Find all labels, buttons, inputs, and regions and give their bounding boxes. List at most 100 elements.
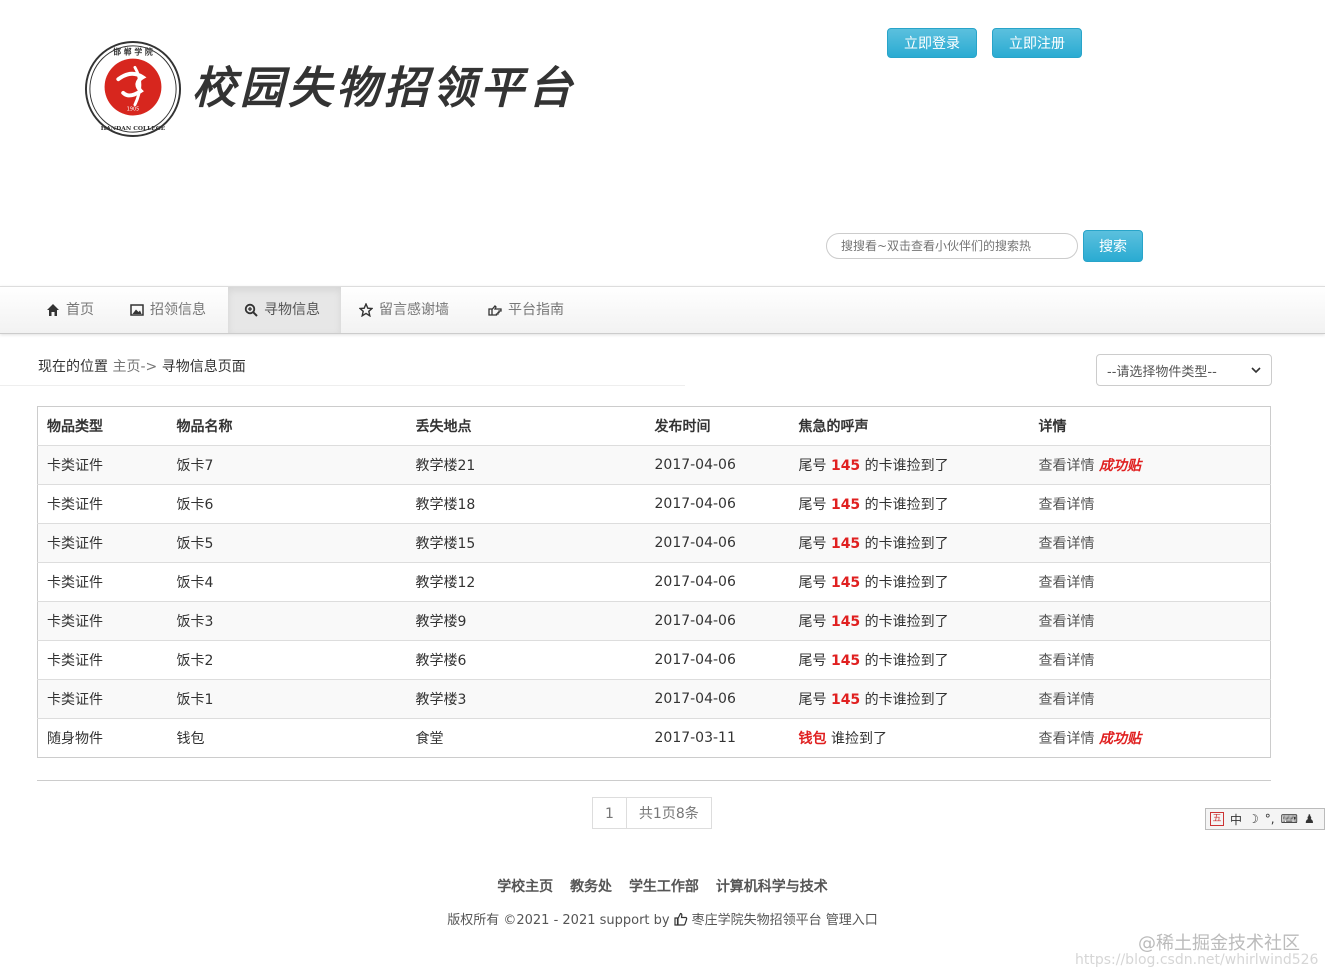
ime-toolbar[interactable]: 五 中 ☽ °, ⌨ ♟	[1205, 808, 1325, 830]
cell-detail: 查看详情	[1029, 523, 1271, 563]
picture-icon	[130, 304, 144, 316]
nav-item-lost-info[interactable]: 寻物信息	[228, 287, 341, 333]
footer-link-school[interactable]: 学校主页	[497, 876, 553, 896]
cell-detail: 查看详情	[1029, 640, 1271, 680]
cell-name: 饭卡3	[167, 601, 407, 641]
item-type-select[interactable]: --请选择物件类型--	[1096, 354, 1272, 386]
success-badge: 成功贴	[1098, 731, 1141, 747]
chevron-down-icon	[1251, 367, 1261, 374]
cell-voice: 尾号 145 的卡谁捡到了	[789, 562, 1030, 602]
svg-text:HANDAN COLLEGE: HANDAN COLLEGE	[101, 125, 166, 132]
table-row: 卡类证件 饭卡5 教学楼15 2017-04-06 尾号 145 的卡谁捡到了 查看详情	[37, 523, 1271, 563]
view-detail-link[interactable]: 查看详情	[1039, 575, 1095, 591]
cell-type: 卡类证件	[37, 562, 168, 602]
breadcrumb: 现在的位置 主页-> 寻物信息页面	[38, 356, 246, 376]
cell-place: 教学楼9	[406, 601, 646, 641]
cell-type: 卡类证件	[37, 679, 168, 719]
cell-date: 2017-04-06	[645, 562, 790, 602]
voice-suffix: 的卡谁捡到了	[860, 653, 949, 669]
cell-date: 2017-04-06	[645, 679, 790, 719]
cell-name: 饭卡4	[167, 562, 407, 602]
view-detail-link[interactable]: 查看详情	[1039, 692, 1095, 708]
cell-voice: 尾号 145 的卡谁捡到了	[789, 679, 1030, 719]
cell-place: 教学楼15	[406, 523, 646, 563]
register-button[interactable]: 立即注册	[992, 28, 1082, 58]
voice-suffix: 的卡谁捡到了	[860, 692, 949, 708]
voice-prefix: 尾号	[798, 653, 831, 669]
copyright-suffix[interactable]: 枣庄学院失物招领平台 管理入口	[692, 909, 878, 928]
col-header-date: 发布时间	[645, 406, 790, 446]
footer-link-academic[interactable]: 教务处	[570, 876, 612, 896]
lost-items-table: 物品类型 物品名称 丢失地点 发布时间 焦急的呼声 详情 卡类证件 饭卡7 教学楼2…	[37, 406, 1271, 758]
cell-name: 饭卡5	[167, 523, 407, 563]
footer-link-student-affairs[interactable]: 学生工作部	[629, 876, 699, 896]
nav-item-home[interactable]: 首页	[30, 287, 110, 333]
page-summary: 共1页8条	[626, 797, 712, 829]
svg-text:1905: 1905	[127, 107, 139, 113]
voice-suffix: 的卡谁捡到了	[860, 497, 949, 513]
breadcrumb-home-link[interactable]: 主页->	[112, 359, 157, 375]
view-detail-link[interactable]: 查看详情	[1039, 497, 1095, 513]
login-button[interactable]: 立即登录	[887, 28, 977, 58]
view-detail-link[interactable]: 查看详情	[1039, 614, 1095, 630]
ime-moon-icon: ☽	[1248, 812, 1259, 826]
voice-highlight: 145	[830, 458, 861, 474]
cell-name: 饭卡1	[167, 679, 407, 719]
voice-suffix: 谁捡到了	[826, 731, 887, 747]
cell-date: 2017-04-06	[645, 640, 790, 680]
ime-punct-icon: °,	[1264, 812, 1275, 826]
cell-place: 教学楼6	[406, 640, 646, 680]
nav-item-label: 平台指南	[508, 302, 564, 318]
page-button-1[interactable]: 1	[592, 797, 627, 829]
cell-date: 2017-04-06	[645, 484, 790, 524]
breadcrumb-prefix: 现在的位置	[38, 359, 108, 375]
nav-item-guide[interactable]: 平台指南	[472, 287, 580, 333]
cell-type: 卡类证件	[37, 640, 168, 680]
voice-suffix: 的卡谁捡到了	[860, 536, 949, 552]
search-button[interactable]: 搜索	[1083, 230, 1143, 262]
cell-name: 饭卡6	[167, 484, 407, 524]
search-input[interactable]	[826, 233, 1078, 259]
cell-voice: 钱包 谁捡到了	[789, 718, 1030, 758]
cell-name: 钱包	[167, 718, 407, 758]
cell-date: 2017-04-06	[645, 601, 790, 641]
cell-date: 2017-04-06	[645, 523, 790, 563]
footer-link-cs[interactable]: 计算机科学与技术	[716, 876, 828, 896]
nav-item-found-info[interactable]: 招领信息	[114, 287, 222, 333]
view-detail-link[interactable]: 查看详情	[1039, 731, 1095, 747]
cell-voice: 尾号 145 的卡谁捡到了	[789, 484, 1030, 524]
table-row: 卡类证件 饭卡6 教学楼18 2017-04-06 尾号 145 的卡谁捡到了 查看详情	[37, 484, 1271, 524]
cell-place: 教学楼21	[406, 445, 646, 485]
cell-detail: 查看详情 成功贴	[1029, 718, 1271, 758]
cell-name: 饭卡2	[167, 640, 407, 680]
view-detail-link[interactable]: 查看详情	[1039, 653, 1095, 669]
nav-item-label: 招领信息	[150, 302, 206, 318]
voice-highlight: 145	[830, 692, 861, 708]
col-header-place: 丢失地点	[406, 406, 646, 446]
nav-item-thanks-wall[interactable]: 留言感谢墙	[343, 287, 465, 333]
ime-user-icon: ♟	[1303, 812, 1315, 826]
cell-voice: 尾号 145 的卡谁捡到了	[789, 523, 1030, 563]
cell-place: 教学楼3	[406, 679, 646, 719]
cell-detail: 查看详情	[1029, 679, 1271, 719]
table-row: 卡类证件 饭卡2 教学楼6 2017-04-06 尾号 145 的卡谁捡到了 查看详情	[37, 640, 1271, 680]
table-row: 卡类证件 饭卡3 教学楼9 2017-04-06 尾号 145 的卡谁捡到了 查看详情	[37, 601, 1271, 641]
site-title: 校园失物招领平台	[192, 63, 576, 114]
ime-keyboard-icon: ⌨	[1280, 812, 1298, 826]
cell-type: 卡类证件	[37, 445, 168, 485]
voice-suffix: 的卡谁捡到了	[860, 614, 949, 630]
breadcrumb-current: 寻物信息页面	[161, 359, 246, 375]
view-detail-link[interactable]: 查看详情	[1039, 536, 1095, 552]
ime-logo-icon: 五	[1210, 812, 1224, 826]
voice-highlight: 145	[830, 653, 861, 669]
cell-type: 卡类证件	[37, 523, 168, 563]
watermark-url: https://blog.csdn.net/whirlwind526	[1075, 952, 1319, 968]
breadcrumb-divider	[0, 385, 685, 386]
cell-type: 卡类证件	[37, 484, 168, 524]
cell-detail: 查看详情	[1029, 562, 1271, 602]
cell-place: 食堂	[406, 718, 646, 758]
view-detail-link[interactable]: 查看详情	[1039, 458, 1095, 474]
cell-place: 教学楼18	[406, 484, 646, 524]
item-type-select-value: --请选择物件类型--	[1107, 364, 1217, 380]
col-header-type: 物品类型	[37, 406, 168, 446]
